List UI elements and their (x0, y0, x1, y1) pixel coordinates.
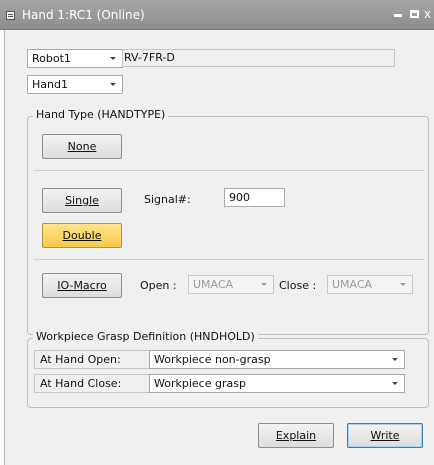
none-button[interactable]: None (42, 134, 122, 159)
chevron-down-icon (110, 57, 116, 60)
write-button[interactable]: Write (347, 423, 423, 448)
at-hand-open-select[interactable]: Workpiece non-grasp (149, 350, 405, 369)
at-hand-close-select[interactable]: Workpiece grasp (149, 374, 405, 393)
hand-select[interactable]: Hand1 (27, 75, 123, 94)
robot-model-value: RV-7FR-D (124, 51, 175, 64)
maximize-icon[interactable] (410, 10, 419, 18)
hand-select-value: Hand1 (32, 78, 68, 91)
signal-input[interactable]: 900 (224, 188, 285, 207)
chevron-down-icon (392, 382, 398, 385)
close-macro-value: UMACA (332, 278, 373, 291)
hand-type-group-label: Hand Type (HANDTYPE) (33, 108, 169, 121)
chevron-down-icon (400, 283, 406, 286)
minimize-icon[interactable] (394, 14, 402, 17)
signal-label: Signal#: (144, 193, 191, 206)
chevron-down-icon (261, 283, 267, 286)
separator (34, 170, 424, 171)
at-hand-open-label: At Hand Open: (34, 350, 150, 369)
open-macro-value: UMACA (193, 278, 234, 291)
robot-select[interactable]: Robot1 (27, 49, 123, 68)
window-title: Hand 1:RC1 (Online) (22, 8, 145, 22)
grasp-definition-group (27, 338, 429, 408)
explain-button[interactable]: Explain (258, 423, 334, 448)
chevron-down-icon (110, 83, 116, 86)
grasp-group-label: Workpiece Grasp Definition (HNDHOLD) (33, 330, 258, 343)
chevron-down-icon (392, 358, 398, 361)
separator (34, 259, 424, 260)
dialog-body: Robot1 RV-7FR-D Hand1 Hand Type (HANDTYP… (4, 30, 434, 465)
signal-input-value: 900 (229, 191, 250, 204)
io-macro-button[interactable]: IO-Macro (42, 273, 122, 298)
title-bar[interactable]: Hand 1:RC1 (Online) x (0, 0, 434, 30)
at-hand-close-label: At Hand Close: (34, 374, 150, 393)
window-icon (6, 11, 15, 20)
open-macro-select: UMACA (188, 275, 274, 294)
close-macro-select: UMACA (327, 275, 413, 294)
double-button[interactable]: Double (42, 223, 122, 248)
at-hand-close-value: Workpiece grasp (154, 377, 246, 390)
open-label: Open : (140, 279, 177, 292)
robot-model-field: RV-7FR-D (122, 49, 395, 67)
at-hand-open-value: Workpiece non-grasp (154, 353, 271, 366)
single-button[interactable]: Single (42, 188, 122, 213)
at-hand-close-label-text: At Hand Close: (40, 377, 122, 390)
close-icon[interactable]: x (424, 6, 434, 22)
hand-window: Hand 1:RC1 (Online) x Robot1 RV-7FR-D Ha… (0, 0, 434, 465)
robot-select-value: Robot1 (32, 52, 71, 65)
close-label: Close : (279, 279, 317, 292)
at-hand-open-label-text: At Hand Open: (40, 353, 121, 366)
